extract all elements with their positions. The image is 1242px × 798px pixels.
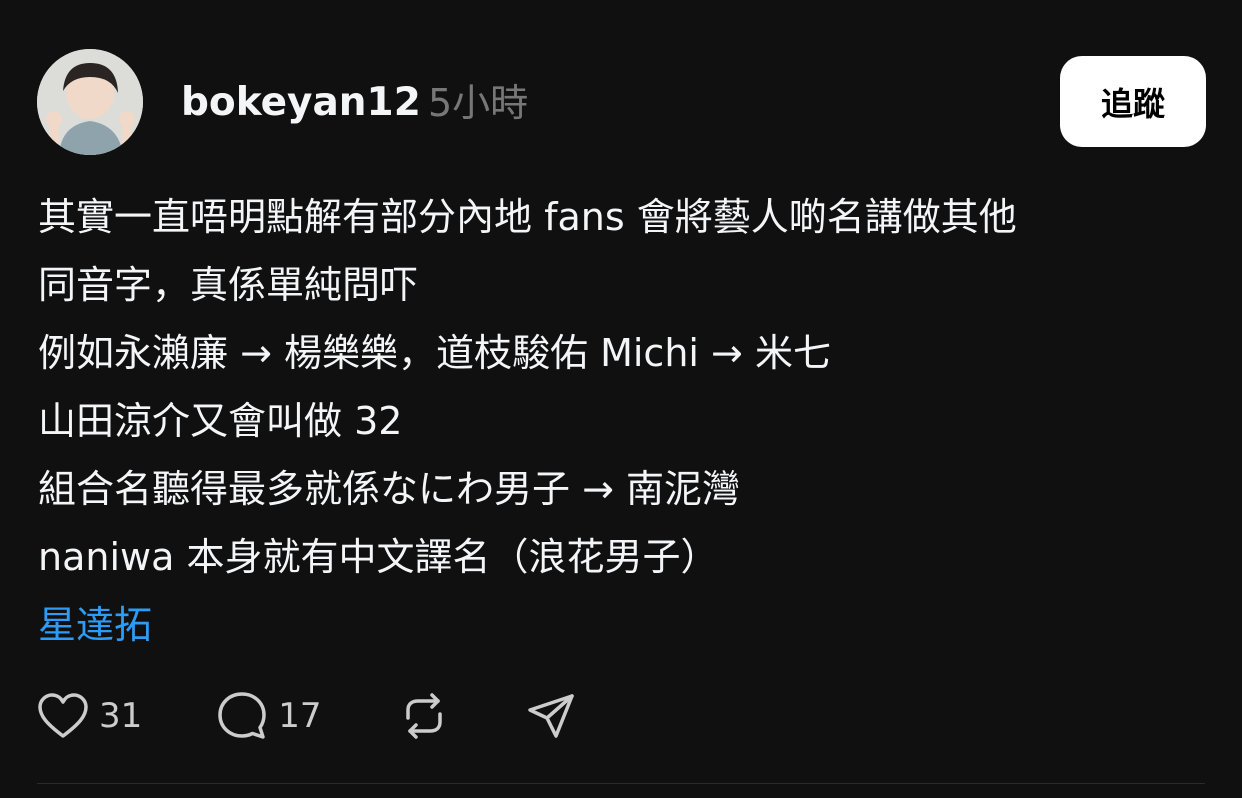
- post-body: 其實一直唔明點解有部分內地 fans 會將藝人啲名講做其他 同音字，真係單純問吓…: [38, 183, 1218, 659]
- post-text-line: 例如永瀨廉 → 楊樂樂，道枝駿佑 Michi → 米七: [38, 331, 831, 375]
- like-button[interactable]: 31: [37, 688, 142, 744]
- repost-icon: [405, 693, 442, 739]
- action-bar: 31 17: [37, 688, 578, 744]
- hashtag-link[interactable]: 星達拓: [38, 591, 1218, 659]
- follow-button[interactable]: 追蹤: [1060, 56, 1206, 147]
- post-text-line: 同音字，真係單純問吓: [38, 263, 419, 307]
- like-count: 31: [99, 696, 143, 736]
- username[interactable]: bokeyan12: [181, 78, 421, 128]
- thread-post: bokeyan12 5小時 追蹤 其實一直唔明點解有部分內地 fans 會將藝人…: [0, 0, 1242, 798]
- post-text-line: naniwa 本身就有中文譯名（浪花男子）: [38, 535, 719, 579]
- timestamp: 5小時: [428, 81, 529, 125]
- share-icon: [527, 694, 574, 738]
- reply-count: 17: [278, 696, 322, 736]
- post-text-line: 其實一直唔明點解有部分內地 fans 會將藝人啲名講做其他: [38, 195, 1017, 239]
- post-text-line: 組合名聽得最多就係なにわ男子 → 南泥灣: [38, 467, 740, 511]
- post-divider: [37, 783, 1205, 784]
- comment-icon: [218, 692, 267, 739]
- repost-button[interactable]: [398, 688, 450, 744]
- avatar-image: [37, 49, 143, 155]
- reply-button[interactable]: 17: [216, 688, 322, 744]
- share-button[interactable]: [526, 688, 578, 744]
- heart-icon: [38, 693, 88, 738]
- post-text-line: 山田涼介又會叫做 32: [38, 399, 403, 443]
- avatar[interactable]: [37, 49, 143, 155]
